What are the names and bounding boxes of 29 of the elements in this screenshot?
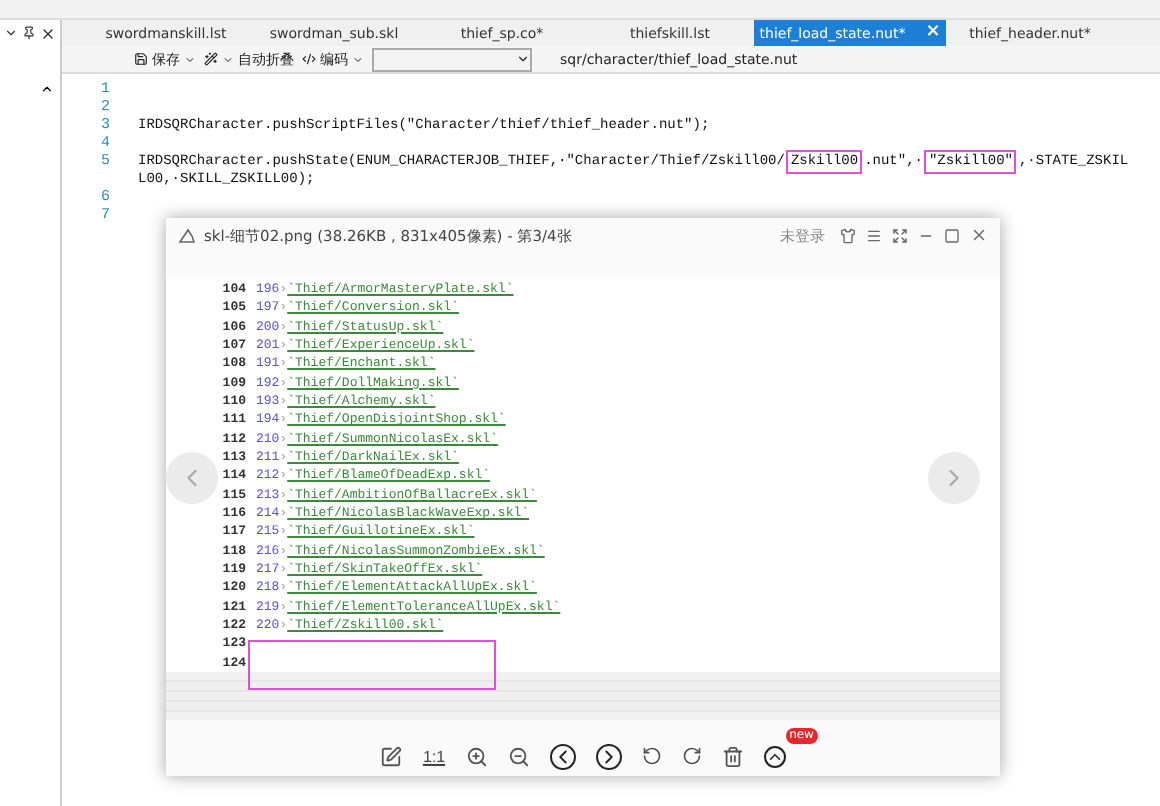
close-icon[interactable] [40,25,56,41]
maximize-icon[interactable] [944,227,960,243]
delete-icon[interactable] [721,745,744,767]
zoom-out-icon[interactable] [507,745,530,767]
caret-icon [516,52,530,66]
zoom-in-icon[interactable] [465,745,488,767]
scroll-up-icon[interactable] [40,82,54,96]
shirt-icon[interactable] [840,227,856,243]
dropdown-icon[interactable] [4,26,18,40]
menu-icon[interactable] [866,227,882,243]
mountain-icon [178,227,196,243]
rotate-right-icon[interactable] [681,746,702,766]
wand-icon [204,52,218,66]
caret-icon [222,53,234,65]
rotate-left-icon[interactable] [641,746,662,766]
code-icon [302,52,316,66]
pin-icon[interactable] [22,26,36,40]
caret-icon [352,53,364,65]
close-icon[interactable] [970,226,988,244]
caret-icon [184,53,196,65]
close-tab-button[interactable]: × [925,24,941,42]
up-icon[interactable] [763,745,786,767]
previous-icon[interactable] [549,743,576,769]
fullscreen-icon[interactable] [892,227,908,243]
save-icon [134,52,148,66]
edit-icon[interactable] [380,745,403,767]
actual-size-button[interactable]: 1:1 [422,747,446,765]
next-icon[interactable] [595,743,622,769]
dropdown-field[interactable] [372,47,532,71]
